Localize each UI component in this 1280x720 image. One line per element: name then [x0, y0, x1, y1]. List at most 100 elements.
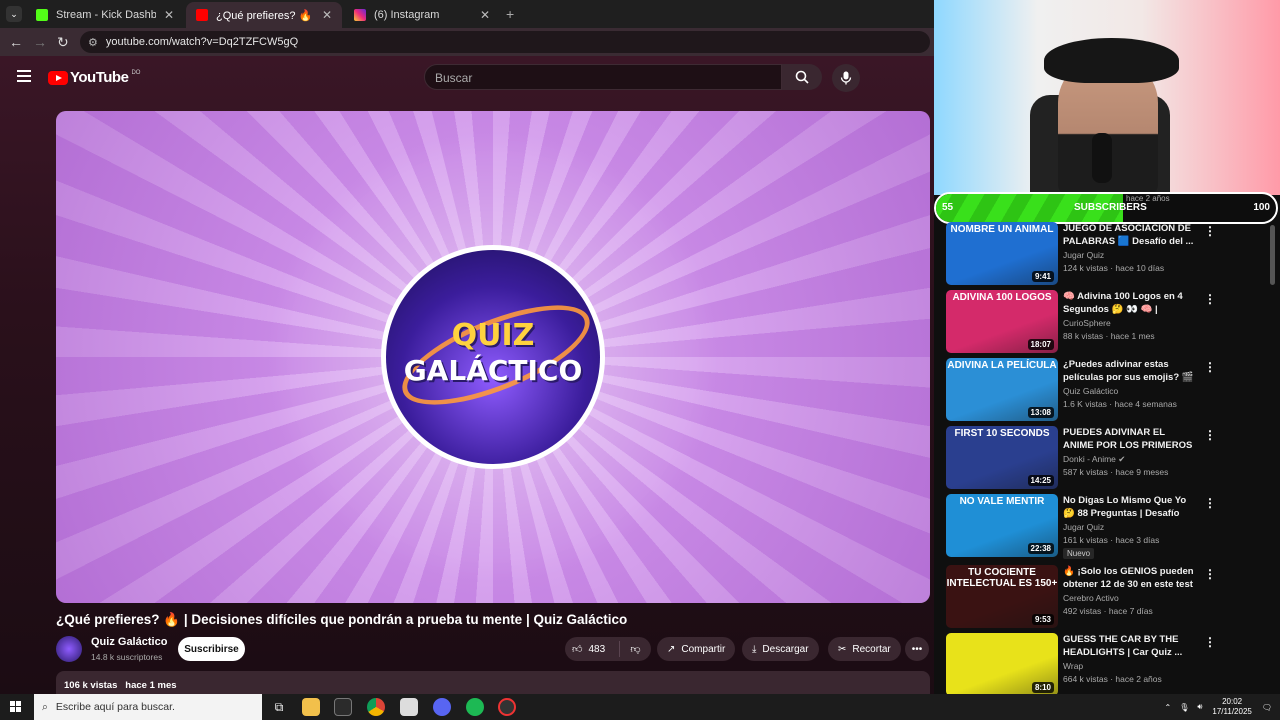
clock[interactable]: 20:02 17/11/2025 — [1212, 697, 1251, 717]
recommendation-item[interactable]: FIRST 10 SECONDS 14:25 PUEDES ADIVINAR EL … — [946, 426, 1276, 490]
recommendation-item[interactable]: NO VALE MENTIR 22:38 No Digas Lo Mismo Que… — [946, 494, 1276, 559]
thumbnail-text: TU COCIENTE INTELECTUAL ES 150+ — [946, 567, 1058, 589]
microphone-tray-icon[interactable]: 🎙︎ — [1179, 703, 1189, 712]
voice-search-button[interactable] — [832, 64, 860, 92]
recommendation-item[interactable]: TU COCIENTE INTELECTUAL ES 150+ 9:53 🔥 ¡So… — [946, 565, 1276, 629]
clip-button[interactable]: ✂ Recortar — [828, 637, 901, 661]
chevron-up-icon[interactable]: ⌃ — [1164, 703, 1171, 712]
notes-icon[interactable] — [400, 698, 418, 716]
video-duration: 9:53 — [1031, 614, 1054, 625]
video-duration: 22:38 — [1027, 543, 1054, 554]
more-options-icon[interactable]: ⋮ — [1204, 635, 1216, 649]
recommendation-channel[interactable]: Quiz Galáctico — [1063, 386, 1118, 396]
task-view-icon[interactable]: ⧉ — [270, 698, 288, 716]
video-thumbnail[interactable]: 8:10 — [946, 633, 1058, 694]
video-player[interactable]: QUIZ GALÁCTICO — [56, 111, 930, 603]
video-thumbnail[interactable]: TU COCIENTE INTELECTUAL ES 150+ 9:53 — [946, 565, 1058, 628]
store-icon[interactable] — [334, 698, 352, 716]
video-thumbnail[interactable]: NOMBRE UN ANIMAL 9:41 — [946, 222, 1058, 285]
recommendation-item[interactable]: ADIVINA 100 LOGOS 18:07 🧠 Adivina 100 Logo… — [946, 290, 1276, 354]
more-options-icon[interactable]: ⋮ — [1204, 496, 1216, 510]
youtube-page: YouTube DO Buscar QUIZ GALÁCTICO ¿Qué pr… — [0, 56, 934, 694]
dislike-button[interactable]: 👎︎ — [620, 643, 651, 655]
recommendation-title[interactable]: JUEGO DE ASOCIACIÓN DE PALABRAS 🟦 Desafí… — [1063, 222, 1197, 248]
url-bar[interactable]: ⚙ youtube.com/watch?v=Dq2TZFCW5gQ — [80, 31, 930, 53]
video-thumbnail[interactable]: NO VALE MENTIR 22:38 — [946, 494, 1058, 557]
download-button[interactable]: ⤓ Descargar — [742, 637, 819, 661]
search-button[interactable] — [782, 64, 822, 90]
obs-icon[interactable] — [498, 698, 516, 716]
tab-title: (6) Instagram — [374, 9, 440, 21]
more-actions-button[interactable]: ••• — [905, 637, 929, 661]
tab-search-button[interactable]: ⌄ — [6, 6, 22, 22]
volume-icon[interactable]: 🔊︎ — [1197, 702, 1202, 712]
spotify-icon[interactable] — [466, 698, 484, 716]
video-thumbnail[interactable]: ADIVINA 100 LOGOS 18:07 — [946, 290, 1058, 353]
recommendation-channel[interactable]: Jugar Quiz — [1063, 522, 1104, 532]
channel-avatar[interactable] — [56, 636, 82, 662]
search-icon: ⌕ — [42, 700, 48, 713]
recommendation-title[interactable]: No Digas Lo Mismo Que Yo 🤔 88 Preguntas … — [1063, 494, 1197, 520]
recommendation-title[interactable]: 🧠 Adivina 100 Logos en 4 Segundos 🤔 👀 🧠 … — [1063, 290, 1197, 316]
recommendation-meta: 161 k vistas · hace 3 días — [1063, 535, 1160, 545]
share-label: Compartir — [681, 643, 726, 655]
close-icon[interactable]: ✕ — [164, 8, 174, 22]
forward-icon[interactable]: → — [33, 34, 47, 50]
site-info-icon[interactable]: ⚙ — [88, 36, 98, 49]
back-icon[interactable]: ← — [9, 34, 23, 50]
windows-start-icon[interactable] — [10, 701, 22, 713]
description-box[interactable]: 106 k vistas hace 1 mes — [56, 671, 930, 694]
tab-kick[interactable]: Stream - Kick Dashboard ✕ — [26, 2, 184, 28]
recommendation-title[interactable]: PUEDES ADIVINAR EL ANIME POR LOS PRIMERO… — [1063, 426, 1197, 452]
video-duration: 9:41 — [1031, 271, 1054, 282]
new-tab-button[interactable]: + — [506, 6, 514, 22]
more-options-icon[interactable]: ⋮ — [1204, 224, 1216, 238]
search-input[interactable]: Buscar — [424, 64, 782, 90]
download-label: Descargar — [762, 643, 809, 655]
close-icon[interactable]: ✕ — [322, 8, 332, 22]
subscribe-button[interactable]: Suscribirse — [178, 637, 245, 661]
search-icon — [795, 70, 809, 84]
recommendation-item[interactable]: 8:10 GUESS THE CAR BY THE HEADLIGHTS | Ca… — [946, 633, 1276, 694]
file-explorer-icon[interactable] — [302, 698, 320, 716]
tab-instagram[interactable]: (6) Instagram ✕ — [344, 2, 500, 28]
recommendation-channel[interactable]: Wrap — [1063, 661, 1083, 671]
recommendation-channel[interactable]: Cerebro Activo — [1063, 593, 1119, 603]
recommendation-title[interactable]: ¿Puedes adivinar estas películas por sus… — [1063, 358, 1197, 384]
channel-name[interactable]: Quiz Galáctico — [91, 636, 167, 648]
tab-youtube[interactable]: ¿Qué prefieres? 🔥 | Decisiones ✕ — [186, 2, 342, 28]
microphone-icon — [840, 71, 852, 85]
video-duration: 14:25 — [1027, 475, 1054, 486]
menu-icon[interactable] — [17, 70, 31, 82]
reload-icon[interactable]: ↻ — [57, 34, 69, 51]
recommendation-meta: 1.6 K vistas · hace 4 semanas — [1063, 399, 1177, 409]
quiz-galactico-logo: QUIZ GALÁCTICO — [381, 245, 605, 469]
discord-icon[interactable] — [433, 698, 451, 716]
recommendation-item[interactable]: ADIVINA LA PELÍCULA 13:08 ¿Puedes adivinar… — [946, 358, 1276, 422]
taskbar-search[interactable]: ⌕ Escribe aquí para buscar. — [34, 694, 262, 720]
notifications-icon[interactable]: 🗨︎ — [1262, 703, 1272, 712]
video-thumbnail[interactable]: ADIVINA LA PELÍCULA 13:08 — [946, 358, 1058, 421]
share-button[interactable]: ↗ Compartir — [657, 637, 736, 661]
recommendation-channel[interactable]: Donki - Anime ✔ — [1063, 454, 1125, 465]
recommendation-title[interactable]: 🔥 ¡Solo los GENIOS pueden obtener 12 de … — [1063, 565, 1197, 591]
youtube-logo[interactable]: YouTube DO — [48, 69, 140, 86]
recommendation-channel[interactable]: CurioSphere — [1063, 318, 1111, 328]
thumbs-up-icon: 👍︎ — [572, 644, 583, 655]
chrome-icon[interactable] — [367, 698, 385, 716]
tab-title: Stream - Kick Dashboard — [56, 9, 156, 21]
more-options-icon[interactable]: ⋮ — [1204, 292, 1216, 306]
more-options-icon[interactable]: ⋮ — [1204, 567, 1216, 581]
thumbnail-text: NOMBRE UN ANIMAL — [950, 224, 1054, 235]
clock-time: 20:02 — [1222, 697, 1243, 706]
like-count: 483 — [588, 643, 606, 655]
recommendation-title[interactable]: GUESS THE CAR BY THE HEADLIGHTS | Car Qu… — [1063, 633, 1197, 659]
taskbar-search-placeholder: Escribe aquí para buscar. — [55, 701, 175, 713]
recommendation-item[interactable]: NOMBRE UN ANIMAL 9:41 JUEGO DE ASOCIACIÓN … — [946, 222, 1276, 286]
video-thumbnail[interactable]: FIRST 10 SECONDS 14:25 — [946, 426, 1058, 489]
more-options-icon[interactable]: ⋮ — [1204, 360, 1216, 374]
recommendation-channel[interactable]: Jugar Quiz — [1063, 250, 1104, 260]
like-button[interactable]: 👍︎ 483 — [565, 641, 620, 657]
close-icon[interactable]: ✕ — [480, 8, 490, 22]
more-options-icon[interactable]: ⋮ — [1204, 428, 1216, 442]
